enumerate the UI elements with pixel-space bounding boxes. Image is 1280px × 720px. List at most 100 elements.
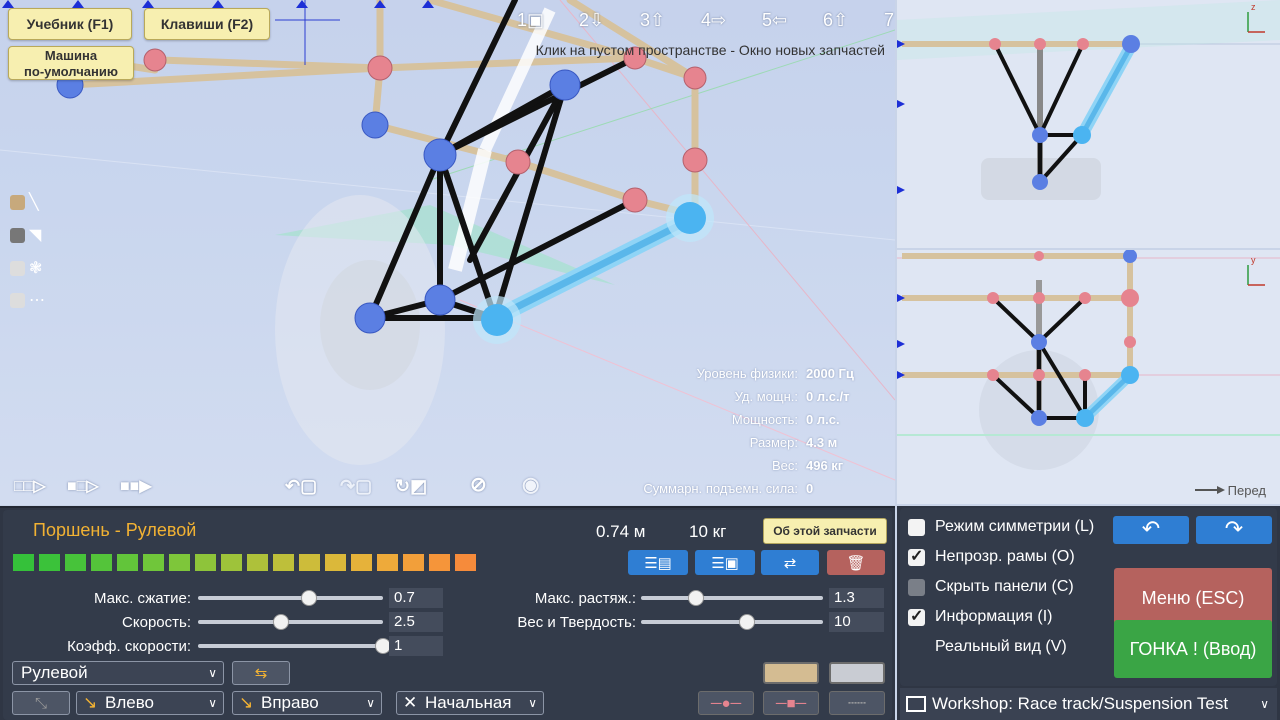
chevron-down-icon: ∨ — [528, 696, 537, 710]
slider-knob[interactable] — [301, 590, 317, 606]
slider-speed[interactable]: Скорость: 2.5 — [3, 611, 453, 633]
default-car-button[interactable]: Машина по-умолчанию — [8, 46, 134, 80]
top-side-view[interactable]: z — [897, 0, 1280, 248]
view-tab-5[interactable]: 5 ⇦ — [744, 8, 805, 32]
stiffness-segment — [351, 554, 372, 571]
main-3d-viewport[interactable]: Учебник (F1) Клавиши (F2) Машина по-умол… — [0, 0, 895, 505]
slider-track[interactable] — [641, 614, 823, 630]
save-settings-button[interactable]: ☰▣ — [695, 550, 755, 575]
swap-button[interactable]: ⇄ — [761, 550, 819, 575]
slider-value-input[interactable]: 0.7 — [389, 588, 443, 608]
slider-label: Коэфф. скорости: — [67, 637, 191, 655]
stat-row: Уд. мощн.: 0 л.с./т — [734, 389, 850, 404]
view-tab-3[interactable]: 3 ⇧ — [622, 8, 683, 32]
slider-knob[interactable] — [273, 614, 290, 630]
stiffness-segment — [377, 554, 398, 571]
tutorial-button[interactable]: Учебник (F1) — [8, 8, 132, 40]
front-direction-label: Перед — [1227, 483, 1266, 498]
about-part-button[interactable]: Об этой запчасти — [763, 518, 887, 544]
chevron-down-icon: ∨ — [208, 696, 217, 710]
color-gray-button[interactable] — [829, 662, 885, 684]
slider-value-input[interactable]: 1.3 — [829, 588, 884, 608]
hide-panels-checkbox[interactable] — [908, 578, 925, 596]
undo-frame-icon[interactable]: ↶▢ — [285, 476, 317, 497]
right-select[interactable]: ↘ Вправо ∨ — [232, 691, 382, 715]
info-toggle[interactable]: Информация (I) — [908, 605, 1053, 629]
symmetry-toggle[interactable]: Режим симметрии (L) — [908, 515, 1094, 539]
hide-eye-icon[interactable]: ⊘ — [470, 472, 487, 497]
view-tab-2[interactable]: 2 ⇩ — [561, 8, 622, 32]
slider-track[interactable] — [641, 590, 823, 606]
real-view-toggle[interactable]: Реальный вид (V) — [908, 635, 1067, 659]
opaque-frames-checkbox[interactable] — [908, 546, 925, 566]
slider-max-compression[interactable]: Макс. сжатие: 0.7 — [3, 587, 453, 609]
keys-button[interactable]: Клавиши (F2) — [144, 8, 270, 40]
start-select[interactable]: ✕ Начальная ∨ — [396, 691, 544, 715]
close-icon: ✕ — [403, 693, 418, 712]
view-tab-1[interactable]: 1 ▣ — [500, 8, 561, 32]
sliders-folder-icon: ☰▤ — [644, 554, 672, 572]
reset-frame-icon[interactable]: ↻◩ — [395, 476, 427, 497]
option-label: Непрозр. рамы (O) — [935, 548, 1075, 565]
stiffness-segment — [299, 554, 320, 571]
steer-both-button[interactable]: ⇆ — [232, 661, 290, 685]
opaque-frames-toggle[interactable]: Непрозр. рамы (O) — [908, 545, 1075, 569]
slow-play-icon[interactable]: □□▷ — [14, 476, 46, 496]
front-side-view[interactable]: y Перед — [897, 250, 1280, 504]
view-tab-4[interactable]: 4 ⇨ — [683, 8, 744, 32]
wheel-tool-icon: ❃ — [29, 260, 43, 277]
slider-value-input[interactable]: 2.5 — [389, 612, 443, 632]
side-view-top-drawing — [897, 0, 1280, 200]
undo-button[interactable]: ↶ — [1113, 516, 1189, 544]
play-icon[interactable]: ■□▷ — [67, 476, 99, 496]
slider-value-input[interactable]: 10 — [829, 612, 884, 632]
slider-knob[interactable] — [738, 614, 755, 630]
toolbar-beam[interactable]: ╲ — [10, 192, 52, 212]
workshop-bar[interactable]: Workshop: Race track/Suspension Test ∨ — [897, 686, 1280, 720]
node-square-button[interactable]: ─■─ — [763, 691, 819, 715]
slider-track[interactable] — [198, 590, 383, 606]
slider-max-extension[interactable]: Макс. растяж.: 1.3 — [443, 587, 888, 609]
beam-color-swatch — [10, 194, 25, 210]
race-button[interactable]: ГОНКА ! (Ввод) — [1114, 620, 1272, 678]
beam-tool-icon: ╲ — [29, 194, 39, 211]
workshop-select[interactable]: Workshop: Race track/Suspension Test ∨ — [900, 688, 1277, 720]
stiffness-segment — [195, 554, 216, 571]
color-beige-button[interactable] — [763, 662, 819, 684]
slider-track[interactable] — [198, 638, 391, 654]
arrow-left-icon: ⇦ — [771, 9, 788, 30]
toolbar-wheel[interactable]: ❃ — [10, 258, 52, 278]
toolbar-more[interactable]: ⋯ — [10, 290, 52, 310]
slider-value-input[interactable]: 1 — [389, 636, 443, 656]
view-tabs: 1▣ 2⇩ 3⇧ 4⇨ 5⇦ 6⇧ 7⇩ — [500, 8, 895, 32]
slider-weight-stiffness[interactable]: Вес и Твердость: 10 — [443, 611, 888, 633]
mode-select[interactable]: Рулевой ∨ — [12, 661, 224, 685]
node-pink-button[interactable]: ─●─ — [698, 691, 754, 715]
show-eye-icon[interactable]: ◉ — [522, 472, 539, 497]
hide-panels-toggle[interactable]: Скрыть панели (C) — [908, 575, 1074, 599]
compress-button[interactable]: ⤡ — [12, 691, 70, 715]
view-tab-6[interactable]: 6 ⇧ — [805, 8, 866, 32]
slider-knob[interactable] — [687, 590, 704, 606]
slider-track[interactable] — [198, 614, 383, 630]
toolbar-wing[interactable]: ◥ — [10, 225, 52, 245]
view-tab-7[interactable]: 7⇩ — [866, 8, 895, 32]
left-select[interactable]: ↘ Влево ∨ — [76, 691, 224, 715]
stiffness-segment — [143, 554, 164, 571]
load-settings-button[interactable]: ☰▤ — [628, 550, 688, 575]
menu-button[interactable]: Меню (ESC) — [1114, 568, 1272, 628]
stat-row: Вес: 496 кг — [771, 458, 844, 473]
stiffness-segment — [65, 554, 86, 571]
symmetry-checkbox[interactable] — [908, 518, 925, 536]
redo-frame-icon[interactable]: ↷▢ — [340, 476, 372, 497]
redo-button[interactable]: ↷ — [1196, 516, 1272, 544]
wing-color-swatch — [10, 227, 25, 243]
fast-play-icon[interactable]: ■■▶ — [120, 476, 152, 496]
arrow-up-icon: ⇧ — [832, 9, 849, 30]
delete-part-button[interactable]: 🗑︎ — [827, 550, 885, 575]
slider-speed-coeff[interactable]: Коэфф. скорости: 1 — [3, 635, 453, 657]
arrow-down-icon: ⇩ — [894, 10, 895, 31]
info-checkbox[interactable] — [908, 606, 925, 626]
node-none-button[interactable]: ┄┄ — [829, 691, 885, 715]
dashed-line-icon: ┄┄ — [847, 695, 867, 712]
